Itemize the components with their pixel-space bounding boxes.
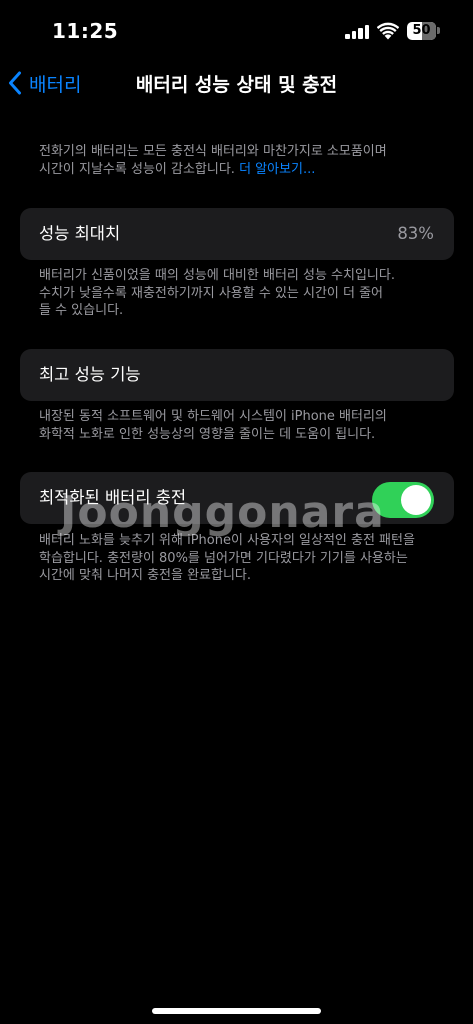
optimized-charging-description: 배터리 노화를 늦추기 위해 iPhone이 사용자의 일상적인 충전 패턴을 …: [39, 532, 439, 585]
peak-performance-desc-line: 내장된 동적 소프트웨어 및 하드웨어 시스템이 iPhone 배터리의: [39, 409, 387, 424]
peak-performance-cell[interactable]: 최고 성능 기능: [20, 349, 454, 401]
peak-performance-description: 내장된 동적 소프트웨어 및 하드웨어 시스템이 iPhone 배터리의 화학적…: [39, 408, 439, 443]
intro-line-2: 시간이 지날수록 성능이 감소합니다.: [39, 161, 235, 177]
battery-level: 50: [412, 23, 431, 38]
battery-icon: 50: [407, 22, 436, 40]
intro-line-1: 전화기의 배터리는 모든 충전식 배터리와 마찬가지로 소모품이며: [39, 144, 387, 159]
learn-more-link[interactable]: 더 알아보기...: [239, 162, 315, 177]
intro-description: 전화기의 배터리는 모든 충전식 배터리와 마찬가지로 소모품이며 시간이 지날…: [39, 143, 439, 178]
page-title: 배터리 성능 상태 및 충전: [135, 74, 338, 96]
max-capacity-desc-line: 수치가 낮을수록 재충전하기까지 사용할 수 있는 시간이 더 줄어: [39, 285, 384, 301]
optimized-charging-cell: 최적화된 배터리 충전: [20, 472, 454, 524]
optimized-charging-label: 최적화된 배터리 충전: [39, 488, 187, 507]
optimized-charging-desc-line: 배터리 노화를 늦추기 위해 iPhone이 사용자의 일상적인 충전 패턴을: [39, 533, 415, 548]
max-capacity-label: 성능 최대치: [39, 224, 121, 243]
toggle-knob: [401, 485, 431, 515]
home-indicator[interactable]: [152, 1008, 321, 1014]
max-capacity-value: 83%: [397, 224, 434, 243]
wifi-icon: [377, 22, 399, 40]
optimized-charging-desc-line: 학습합니다. 충전량이 80%를 넘어가면 기다렸다가 기기를 사용하는: [39, 550, 408, 566]
cellular-signal-icon: [345, 25, 371, 39]
max-capacity-description: 배터리가 신품이었을 때의 성능에 대비한 배터리 성능 수치입니다. 수치가 …: [39, 267, 439, 320]
peak-performance-desc-line: 화학적 노화로 인한 성능상의 영향을 줄이는 데 도움이 됩니다.: [39, 426, 376, 442]
optimized-charging-toggle[interactable]: [372, 482, 434, 518]
max-capacity-desc-line: 배터리가 신품이었을 때의 성능에 대비한 배터리 성능 수치입니다.: [39, 268, 395, 283]
status-bar: 11:25 50: [0, 0, 473, 60]
battery-tip: [437, 27, 440, 34]
optimized-charging-desc-line: 시간에 맞춰 나머지 충전을 완료합니다.: [39, 568, 252, 583]
max-capacity-cell: 성능 최대치 83%: [20, 208, 454, 260]
peak-performance-label: 최고 성능 기능: [39, 365, 141, 384]
status-time: 11:25: [52, 19, 119, 43]
max-capacity-desc-line: 들 수 있습니다.: [39, 303, 124, 318]
